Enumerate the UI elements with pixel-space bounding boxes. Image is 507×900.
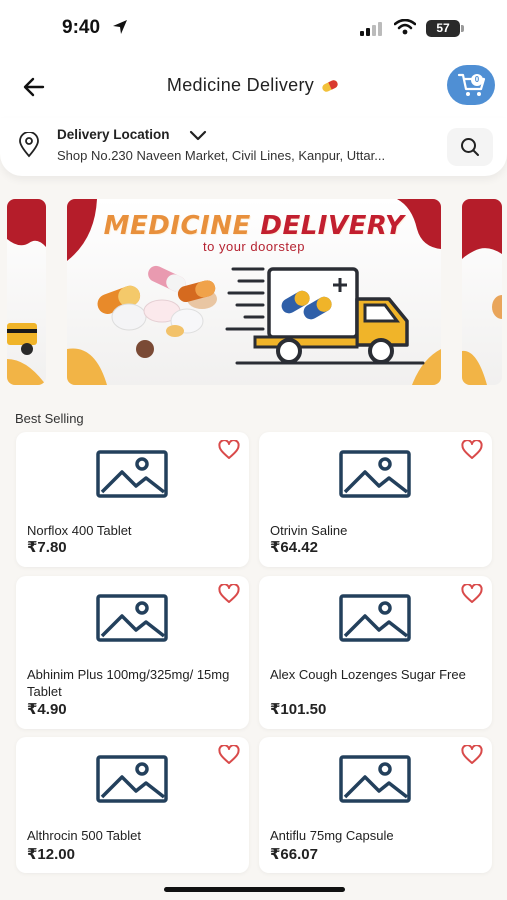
image-placeholder-icon bbox=[339, 755, 411, 808]
product-name: Antiflu 75mg Capsule bbox=[270, 828, 394, 843]
product-name: Abhinim Plus 100mg/325mg/ 15mg Tablet bbox=[27, 667, 230, 699]
banner-title-part1: MEDICINE bbox=[103, 211, 251, 241]
app-header: Medicine Delivery 0 bbox=[0, 58, 507, 118]
banner-next-art bbox=[462, 199, 502, 385]
banner-prev-slide[interactable] bbox=[7, 199, 46, 385]
product-card[interactable]: Althrocin 500 Tablet ₹12.00 bbox=[16, 737, 249, 873]
banner-title-part2: DELIVERY bbox=[260, 211, 405, 241]
section-title-best-selling: Best Selling bbox=[15, 411, 84, 426]
image-placeholder-icon bbox=[96, 755, 168, 808]
banner-title: MEDICINE DELIVERY bbox=[67, 211, 441, 241]
product-price: ₹101.50 bbox=[270, 701, 327, 718]
status-time: 9:40 bbox=[62, 17, 101, 38]
heart-icon[interactable] bbox=[461, 744, 483, 770]
product-card[interactable]: Antiflu 75mg Capsule ₹66.07 bbox=[259, 737, 492, 873]
status-bar: 9:40 57 bbox=[0, 0, 507, 58]
product-price: ₹64.42 bbox=[270, 539, 318, 556]
product-name: Althrocin 500 Tablet bbox=[27, 828, 141, 843]
delivery-location-label: Delivery Location bbox=[57, 127, 170, 142]
heart-icon[interactable] bbox=[461, 439, 483, 465]
battery-icon: 57 bbox=[426, 20, 460, 37]
product-card[interactable]: Abhinim Plus 100mg/325mg/ 15mg Tablet ₹4.… bbox=[16, 576, 249, 729]
heart-icon[interactable] bbox=[461, 583, 483, 609]
product-card[interactable]: Otrivin Saline ₹64.42 bbox=[259, 432, 492, 567]
location-arrow-icon bbox=[113, 20, 127, 34]
search-icon bbox=[461, 138, 479, 156]
wifi-icon bbox=[394, 19, 416, 35]
signal-icon bbox=[360, 22, 382, 36]
product-price: ₹4.90 bbox=[27, 701, 67, 718]
pill-icon bbox=[322, 80, 338, 92]
heart-icon[interactable] bbox=[218, 439, 240, 465]
product-card[interactable]: Norflox 400 Tablet ₹7.80 bbox=[16, 432, 249, 567]
banner-prev-art bbox=[7, 199, 46, 385]
product-card[interactable]: Alex Cough Lozenges Sugar Free ₹101.50 bbox=[259, 576, 492, 729]
chevron-down-icon[interactable] bbox=[188, 129, 208, 143]
location-pin-icon bbox=[19, 132, 39, 158]
image-placeholder-icon bbox=[339, 450, 411, 503]
image-placeholder-icon bbox=[339, 594, 411, 647]
medicine-delivery-banner[interactable]: MEDICINE DELIVERY to your doorstep bbox=[67, 199, 441, 385]
delivery-address: Shop No.230 Naveen Market, Civil Lines, … bbox=[57, 148, 386, 163]
delivery-location-card[interactable]: Delivery Location Shop No.230 Naveen Mar… bbox=[0, 118, 507, 176]
search-button[interactable] bbox=[447, 128, 493, 166]
product-price: ₹12.00 bbox=[27, 846, 75, 863]
cart-button[interactable]: 0 bbox=[447, 65, 495, 105]
product-name: Norflox 400 Tablet bbox=[27, 523, 132, 538]
page-title-text: Medicine Delivery bbox=[166, 75, 315, 95]
banner-next-slide[interactable] bbox=[462, 199, 502, 385]
product-name: Alex Cough Lozenges Sugar Free bbox=[270, 667, 466, 682]
page-title: Medicine Delivery bbox=[0, 75, 507, 96]
product-price: ₹66.07 bbox=[270, 846, 318, 863]
battery-nub bbox=[461, 25, 464, 32]
product-name: Otrivin Saline bbox=[270, 523, 348, 538]
cart-count-badge: 0 bbox=[471, 74, 483, 86]
banner-subtitle: to your doorstep bbox=[203, 239, 305, 254]
home-indicator[interactable] bbox=[164, 887, 345, 892]
heart-icon[interactable] bbox=[218, 744, 240, 770]
image-placeholder-icon bbox=[96, 594, 168, 647]
heart-icon[interactable] bbox=[218, 583, 240, 609]
product-price: ₹7.80 bbox=[27, 539, 67, 556]
image-placeholder-icon bbox=[96, 450, 168, 503]
